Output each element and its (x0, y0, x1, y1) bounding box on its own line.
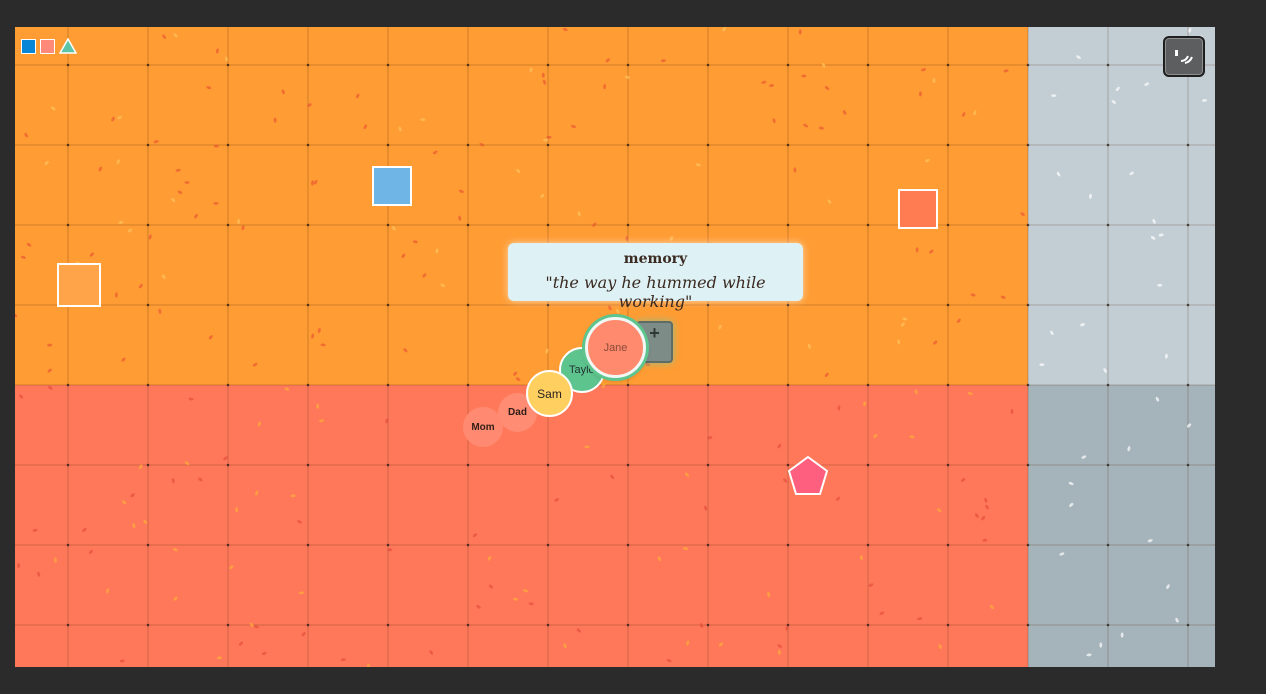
legend-blue-square (21, 38, 36, 54)
legend-triangle (59, 38, 77, 54)
memory-quote: "the way he hummed while working" (545, 273, 766, 311)
gray-zone-bottom[interactable] (1028, 385, 1215, 667)
token-mom[interactable]: Mom (463, 407, 503, 447)
gray-zone-top[interactable] (1028, 27, 1215, 385)
legend-pink-square (40, 38, 55, 54)
memory-card[interactable]: memory "the way he hummed while working" (508, 243, 803, 311)
face-menu-button[interactable] (1163, 36, 1205, 77)
light-orange-square-piece[interactable] (57, 263, 101, 307)
memory-title: memory (623, 251, 688, 267)
pink-pentagon-piece[interactable] (787, 455, 829, 497)
face-icon (1175, 49, 1193, 64)
token-jane[interactable]: Jane (585, 317, 646, 378)
blue-square-piece[interactable] (372, 166, 412, 206)
token-sam[interactable]: Sam (526, 370, 573, 417)
shape-legend (21, 38, 77, 54)
orange-zone[interactable] (15, 27, 1028, 385)
plus-icon: + (649, 323, 660, 343)
coral-square-piece[interactable] (898, 189, 938, 229)
